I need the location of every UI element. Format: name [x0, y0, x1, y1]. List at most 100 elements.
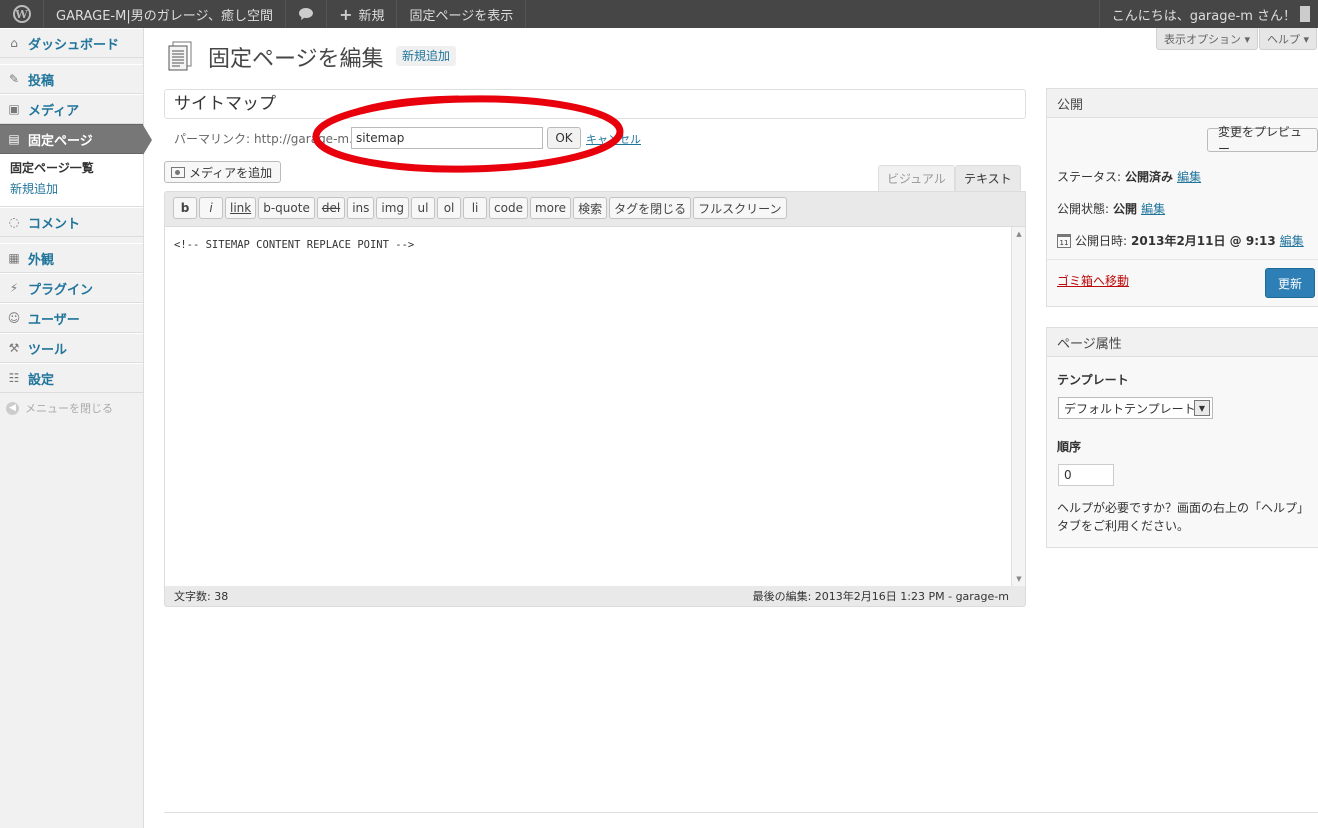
appearance-icon: ▦ [8, 251, 20, 265]
chevron-down-icon[interactable]: ▼ [1194, 400, 1210, 416]
qt-del-button[interactable]: del [316, 197, 346, 219]
qt-ul-button[interactable]: ul [411, 197, 436, 219]
qt-ol-button[interactable]: ol [437, 197, 462, 219]
status-label: ステータス: [1057, 170, 1122, 184]
editor-scrollbar[interactable]: ▲ ▼ [1011, 226, 1025, 586]
qt-search-button[interactable]: 検索 [573, 197, 608, 219]
sidebar-item-label: メディア [28, 103, 80, 119]
template-select[interactable]: デフォルトテンプレート ▼ [1058, 397, 1213, 419]
sidebar-item-label: ツール [28, 342, 68, 358]
status-edit-link[interactable]: 編集 [1177, 168, 1201, 185]
sidebar-item-plugins[interactable]: ⚡ プラグイン [0, 273, 143, 303]
screen-options-button[interactable]: 表示オプション ▾ [1156, 28, 1259, 50]
template-label: テンプレート [1057, 373, 1129, 387]
visibility-value: 公開 [1113, 202, 1138, 216]
sidebar-item-posts[interactable]: ✎ 投稿 [0, 64, 143, 94]
sidebar-item-label: 設定 [28, 372, 55, 388]
new-content-menu[interactable]: + 新規 [327, 0, 398, 28]
submenu-all-pages[interactable]: 固定ページ一覧 [10, 158, 143, 179]
qt-link-button[interactable]: link [225, 197, 257, 219]
slug-cancel-link[interactable]: キャンセル [586, 131, 641, 147]
tab-text[interactable]: テキスト [955, 165, 1021, 191]
editor-status-bar: 文字数: 38 最後の編集: 2013年2月16日 1:23 PM - gara… [165, 586, 1025, 606]
sidebar-item-tools[interactable]: ⚒ ツール [0, 333, 143, 363]
users-icon: ☺ [7, 311, 21, 325]
wordpress-logo-icon[interactable]: W [0, 0, 44, 28]
qt-ins-button[interactable]: ins [347, 197, 375, 219]
sidebar-item-label: プラグイン [28, 282, 94, 298]
collapse-label: メニューを閉じる [25, 402, 113, 415]
sidebar-item-dashboard[interactable]: ⌂ ダッシュボード [0, 28, 143, 58]
sidebar-item-pages[interactable]: ▤ 固定ページ [0, 124, 152, 155]
plus-icon: + [339, 4, 353, 24]
permalink-label: パーマリンク: [174, 132, 251, 146]
qt-more-button[interactable]: more [529, 197, 572, 219]
tab-visual[interactable]: ビジュアル [878, 165, 955, 191]
new-label: 新規 [358, 8, 385, 24]
footer-divider [164, 812, 1318, 813]
view-page-link[interactable]: 固定ページを表示 [397, 0, 527, 28]
greeting-text: こんにちは、garage-m さん！ [1111, 8, 1296, 24]
scroll-up-icon[interactable]: ▲ [1012, 227, 1026, 241]
scroll-down-icon[interactable]: ▼ [1012, 572, 1026, 586]
menu-order-input[interactable]: 0 [1058, 464, 1114, 486]
permalink-row: パーマリンク: http://garage-m.net/ [174, 130, 377, 147]
qt-li-button[interactable]: li [463, 197, 488, 219]
pages-submenu: 固定ページ一覧 新規追加 [0, 154, 143, 207]
status-row: ステータス: 公開済み 編集 [1057, 168, 1201, 185]
qt-close-tags-button[interactable]: タグを閉じる [609, 197, 692, 219]
visibility-label: 公開状態: [1057, 202, 1110, 216]
add-media-button[interactable]: メディアを追加 [164, 161, 282, 183]
comment-icon: ◌ [8, 215, 20, 229]
sidebar-item-appearance[interactable]: ▦ 外観 [0, 243, 143, 273]
qt-blockquote-button[interactable]: b-quote [258, 197, 315, 219]
admin-sidebar: ⌂ ダッシュボード ✎ 投稿 ▣ メディア ▤ 固定ページ 固定ページ一覧 新規追加 ◌… [0, 28, 152, 828]
page-attributes-box: ページ属性 テンプレート デフォルトテンプレート ▼ 順序 0 ヘルプが必要です… [1046, 327, 1318, 548]
publish-box-title: 公開 [1047, 89, 1318, 118]
sidebar-item-label: 固定ページ [28, 133, 93, 149]
sidebar-item-comments[interactable]: ◌ コメント [0, 207, 143, 237]
collapse-menu-button[interactable]: ◀ メニューを閉じる [0, 393, 143, 423]
account-menu[interactable]: こんにちは、garage-m さん！ [1098, 0, 1318, 28]
admin-bar: W GARAGE-M|男のガレージ、癒し空間 + 新規 固定ページを表示 こんに… [0, 0, 1318, 28]
last-edited: 最後の編集: 2013年2月16日 1:23 PM - garage-m [752, 590, 1009, 603]
qt-img-button[interactable]: img [376, 197, 410, 219]
sidebar-item-label: コメント [28, 216, 81, 232]
help-text: ヘルプが必要ですか？画面の右上の「ヘルプ」タブをご利用ください。 [1057, 501, 1310, 533]
pin-icon: ✎ [8, 72, 20, 86]
date-edit-link[interactable]: 編集 [1280, 232, 1304, 249]
quicktags-toolbar: b i link b-quote del ins img ul ol li co… [173, 197, 787, 219]
page-attributes-title: ページ属性 [1047, 328, 1318, 357]
help-button[interactable]: ヘルプ ▾ [1259, 28, 1318, 50]
sidebar-item-label: 投稿 [28, 73, 55, 89]
site-name-link[interactable]: GARAGE-M|男のガレージ、癒し空間 [44, 0, 287, 28]
media-icon: ▣ [8, 102, 20, 116]
qt-code-button[interactable]: code [489, 197, 528, 219]
settings-icon: ☷ [8, 371, 20, 385]
visibility-edit-link[interactable]: 編集 [1141, 200, 1165, 217]
move-to-trash-link[interactable]: ゴミ箱へ移動 [1057, 272, 1129, 289]
sidebar-item-label: ダッシュボード [28, 37, 120, 53]
slug-ok-button[interactable]: OK [547, 127, 581, 149]
content-textarea[interactable]: <!-- SITEMAP CONTENT REPLACE POINT --> [165, 226, 1011, 586]
comments-bubble-icon[interactable] [286, 0, 328, 28]
qt-italic-button[interactable]: i [199, 197, 223, 219]
sidebar-item-users[interactable]: ☺ ユーザー [0, 303, 143, 333]
slug-input[interactable]: sitemap [351, 127, 543, 149]
sidebar-item-label: ユーザー [28, 312, 80, 328]
qt-fullscreen-button[interactable]: フルスクリーン [693, 197, 787, 219]
word-count: 文字数: 38 [174, 590, 229, 603]
order-label: 順序 [1057, 440, 1082, 454]
add-new-page-button[interactable]: 新規追加 [396, 46, 457, 66]
page-title: 固定ページを編集 [208, 47, 384, 72]
sidebar-item-settings[interactable]: ☷ 設定 [0, 363, 143, 393]
sidebar-item-media[interactable]: ▣ メディア [0, 94, 143, 124]
preview-changes-button[interactable]: 変更をプレビュー [1207, 125, 1318, 156]
date-value: 2013年2月11日 @ 9:13 [1131, 234, 1276, 248]
post-title-input[interactable]: サイトマップ [164, 89, 1026, 119]
update-button[interactable]: 更新 [1265, 268, 1315, 298]
qt-bold-button[interactable]: b [173, 197, 197, 219]
date-label: 公開日時: [1075, 234, 1128, 248]
pages-icon: ▤ [8, 132, 20, 146]
submenu-add-new[interactable]: 新規追加 [10, 179, 143, 200]
